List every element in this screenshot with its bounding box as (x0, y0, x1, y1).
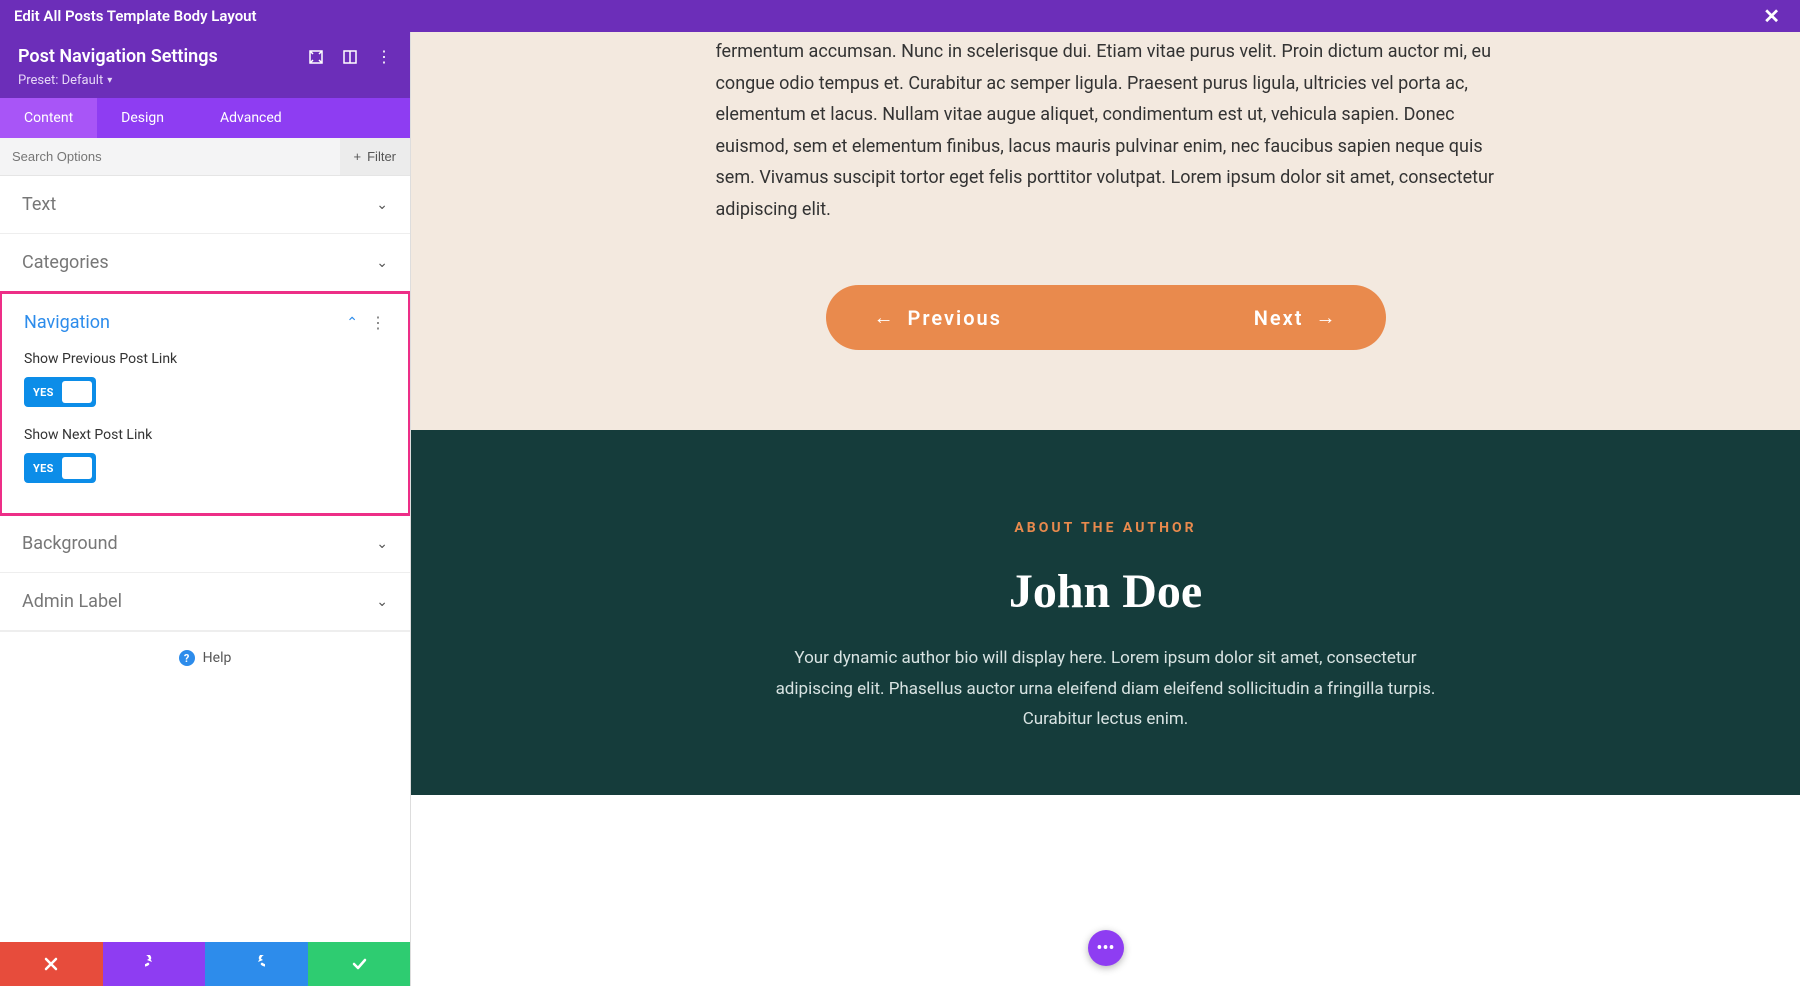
save-button[interactable] (308, 942, 411, 986)
about-author-label: ABOUT THE AUTHOR (471, 520, 1740, 536)
close-icon[interactable]: ✕ (1757, 4, 1786, 28)
author-section: ABOUT THE AUTHOR John Doe Your dynamic a… (411, 430, 1800, 795)
help-link[interactable]: ? Help (0, 631, 410, 684)
tab-design[interactable]: Design (97, 98, 188, 138)
next-label: Next (1254, 306, 1304, 330)
field-show-prev: Show Previous Post Link YES (24, 351, 386, 407)
search-input[interactable] (0, 149, 340, 164)
field-show-next: Show Next Post Link YES (24, 427, 386, 483)
author-name: John Doe (471, 564, 1740, 619)
author-bio: Your dynamic author bio will display her… (776, 643, 1436, 735)
arrow-left-icon: ← (874, 305, 896, 330)
undo-button[interactable] (103, 942, 206, 986)
toggle-on-label: YES (24, 462, 54, 475)
chevron-up-icon: ⌃ (346, 315, 358, 331)
chevron-down-icon: ⌄ (376, 255, 388, 271)
help-label: Help (203, 650, 232, 666)
section-admin-label[interactable]: Admin Label ⌄ (0, 573, 410, 631)
section-label: Categories (22, 252, 109, 273)
post-body-section: fermentum accumsan. Nunc in scelerisque … (411, 32, 1800, 430)
tabs: Content Design Advanced (0, 98, 410, 138)
prev-post-link[interactable]: ← Previous (874, 305, 1002, 330)
post-navigation: ← Previous Next → (826, 285, 1386, 350)
more-icon[interactable]: ⋮ (376, 49, 392, 65)
toggle-show-prev[interactable]: YES (24, 377, 96, 407)
preset-selector[interactable]: Preset: Default ▾ (18, 73, 112, 88)
toggle-show-next[interactable]: YES (24, 453, 96, 483)
plus-icon: + (354, 149, 362, 164)
tab-content[interactable]: Content (0, 98, 97, 138)
section-label: Admin Label (22, 591, 122, 612)
filter-label: Filter (367, 149, 396, 164)
toggle-on-label: YES (24, 386, 54, 399)
redo-button[interactable] (205, 942, 308, 986)
filter-button[interactable]: + Filter (340, 138, 410, 175)
cancel-button[interactable] (0, 942, 103, 986)
arrow-right-icon: → (1316, 305, 1338, 330)
section-navigation-header[interactable]: Navigation ⌃ ⋮ (2, 294, 408, 351)
prev-label: Previous (908, 306, 1002, 330)
more-icon[interactable]: ⋮ (370, 315, 386, 331)
chevron-down-icon: ⌄ (376, 594, 388, 610)
preset-label: Preset: Default (18, 73, 103, 88)
section-label: Background (22, 533, 118, 554)
help-icon: ? (179, 650, 195, 666)
field-label: Show Previous Post Link (24, 351, 386, 367)
search-row: + Filter (0, 138, 410, 176)
section-text[interactable]: Text ⌄ (0, 176, 410, 234)
more-horizontal-icon: ••• (1096, 938, 1114, 959)
section-label: Navigation (24, 312, 110, 333)
columns-icon[interactable] (342, 49, 358, 65)
expand-icon[interactable] (308, 49, 324, 65)
next-post-link[interactable]: Next → (1254, 305, 1338, 330)
panel-header: Post Navigation Settings ⋮ Preset: Defau… (0, 32, 410, 98)
field-label: Show Next Post Link (24, 427, 386, 443)
toggle-knob (62, 381, 92, 403)
chevron-down-icon: ⌄ (376, 536, 388, 552)
panel-title: Post Navigation Settings (18, 46, 218, 67)
chevron-down-icon: ⌄ (376, 197, 388, 213)
action-bar (0, 942, 410, 986)
settings-sidebar: Post Navigation Settings ⋮ Preset: Defau… (0, 32, 411, 986)
section-categories[interactable]: Categories ⌄ (0, 234, 410, 292)
section-background[interactable]: Background ⌄ (0, 515, 410, 573)
preview-pane: fermentum accumsan. Nunc in scelerisque … (411, 32, 1800, 986)
accordion: Text ⌄ Categories ⌄ Navigation ⌃ ⋮ (0, 176, 410, 942)
caret-down-icon: ▾ (107, 75, 112, 86)
section-navigation: Navigation ⌃ ⋮ Show Previous Post Link Y… (0, 291, 410, 516)
tab-advanced[interactable]: Advanced (188, 98, 306, 138)
toggle-knob (62, 457, 92, 479)
section-label: Text (22, 194, 56, 215)
builder-fab[interactable]: ••• (1088, 930, 1124, 966)
top-bar: Edit All Posts Template Body Layout ✕ (0, 0, 1800, 32)
post-body-text: fermentum accumsan. Nunc in scelerisque … (716, 32, 1496, 225)
top-bar-title: Edit All Posts Template Body Layout (14, 7, 257, 25)
